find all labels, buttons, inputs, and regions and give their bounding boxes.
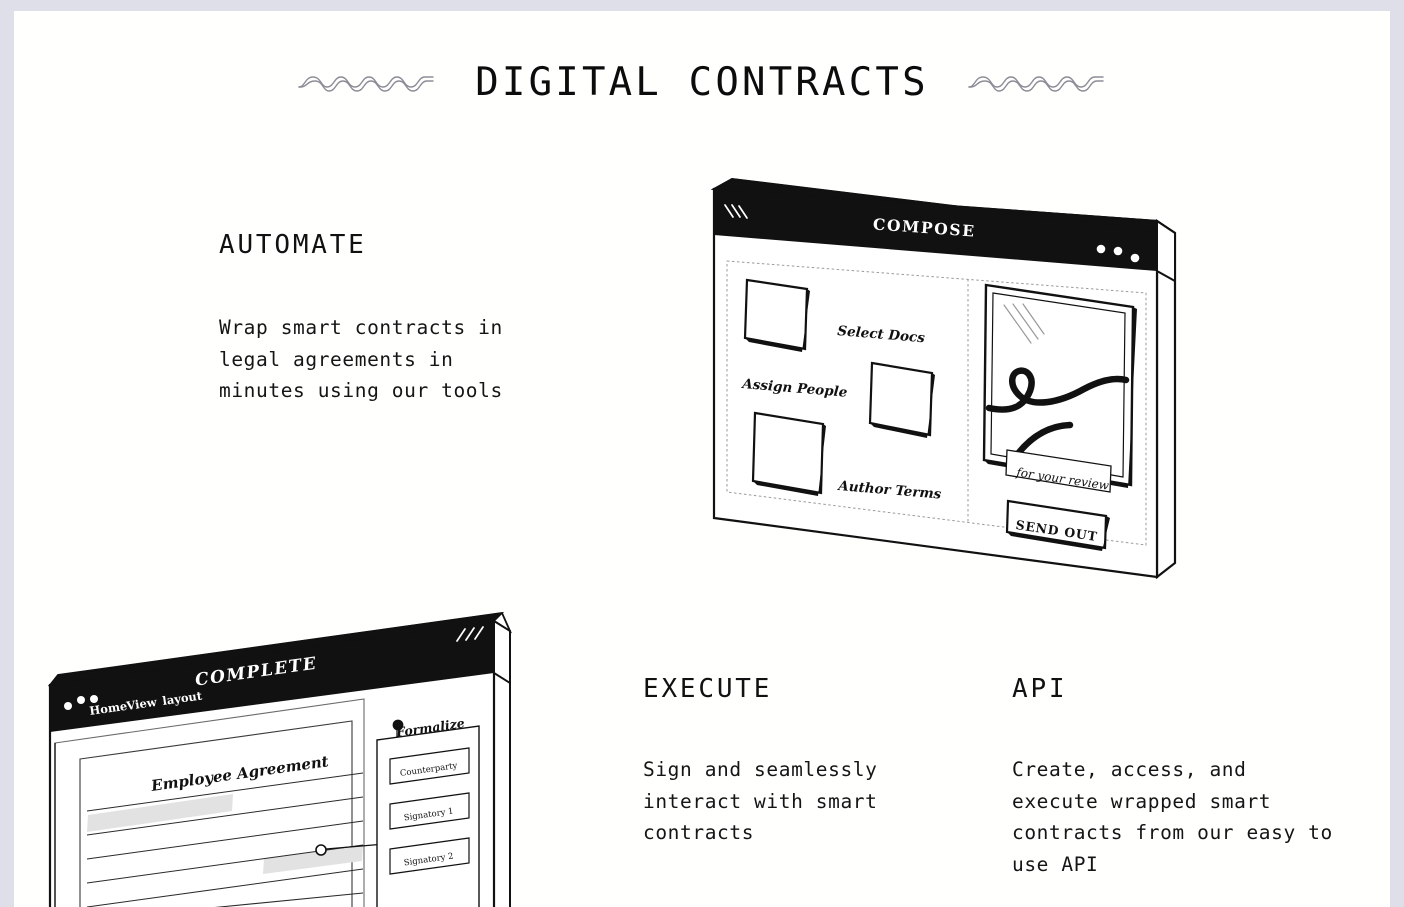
compose-card-assign-people[interactable] (868, 361, 935, 438)
formalize-panel: Formalize Counterparty Signatory 1 Signa… (376, 715, 480, 907)
anchor-circle-icon[interactable] (315, 844, 327, 856)
block-body: Create, access, and execute wrapped smar… (1012, 758, 1333, 876)
block-heading: API (1012, 674, 1068, 704)
page-canvas: DIGITAL CONTRACTS AUTOMATE Wrap smart co… (14, 11, 1390, 907)
block-body: Wrap smart contracts in legal agreements… (219, 316, 503, 402)
complete-window-illustration: COMPLETE Home View layout Employee Agree… (47, 611, 513, 907)
block-heading: EXECUTE (643, 674, 773, 704)
wavy-line-icon (298, 76, 434, 92)
page-title: DIGITAL CONTRACTS (475, 59, 929, 105)
wavy-line-icon (968, 76, 1104, 92)
block-body: Sign and seamlessly interact with smart … (643, 758, 878, 844)
block-heading: AUTOMATE (219, 230, 367, 260)
feature-block-api: API Create, access, and execute wrapped … (1012, 674, 1342, 880)
compose-card-select-docs[interactable] (743, 278, 810, 352)
feature-block-automate: AUTOMATE Wrap smart contracts in legal a… (219, 230, 549, 407)
page-header: DIGITAL CONTRACTS (14, 49, 1390, 115)
compose-window-illustration: COMPOSE Select Docs Assign People Author… (710, 177, 1177, 580)
feature-block-execute: EXECUTE Sign and seamlessly interact wit… (643, 674, 943, 849)
compose-preview-panel: for your review (982, 283, 1137, 493)
compose-card-author-terms[interactable] (751, 411, 826, 496)
